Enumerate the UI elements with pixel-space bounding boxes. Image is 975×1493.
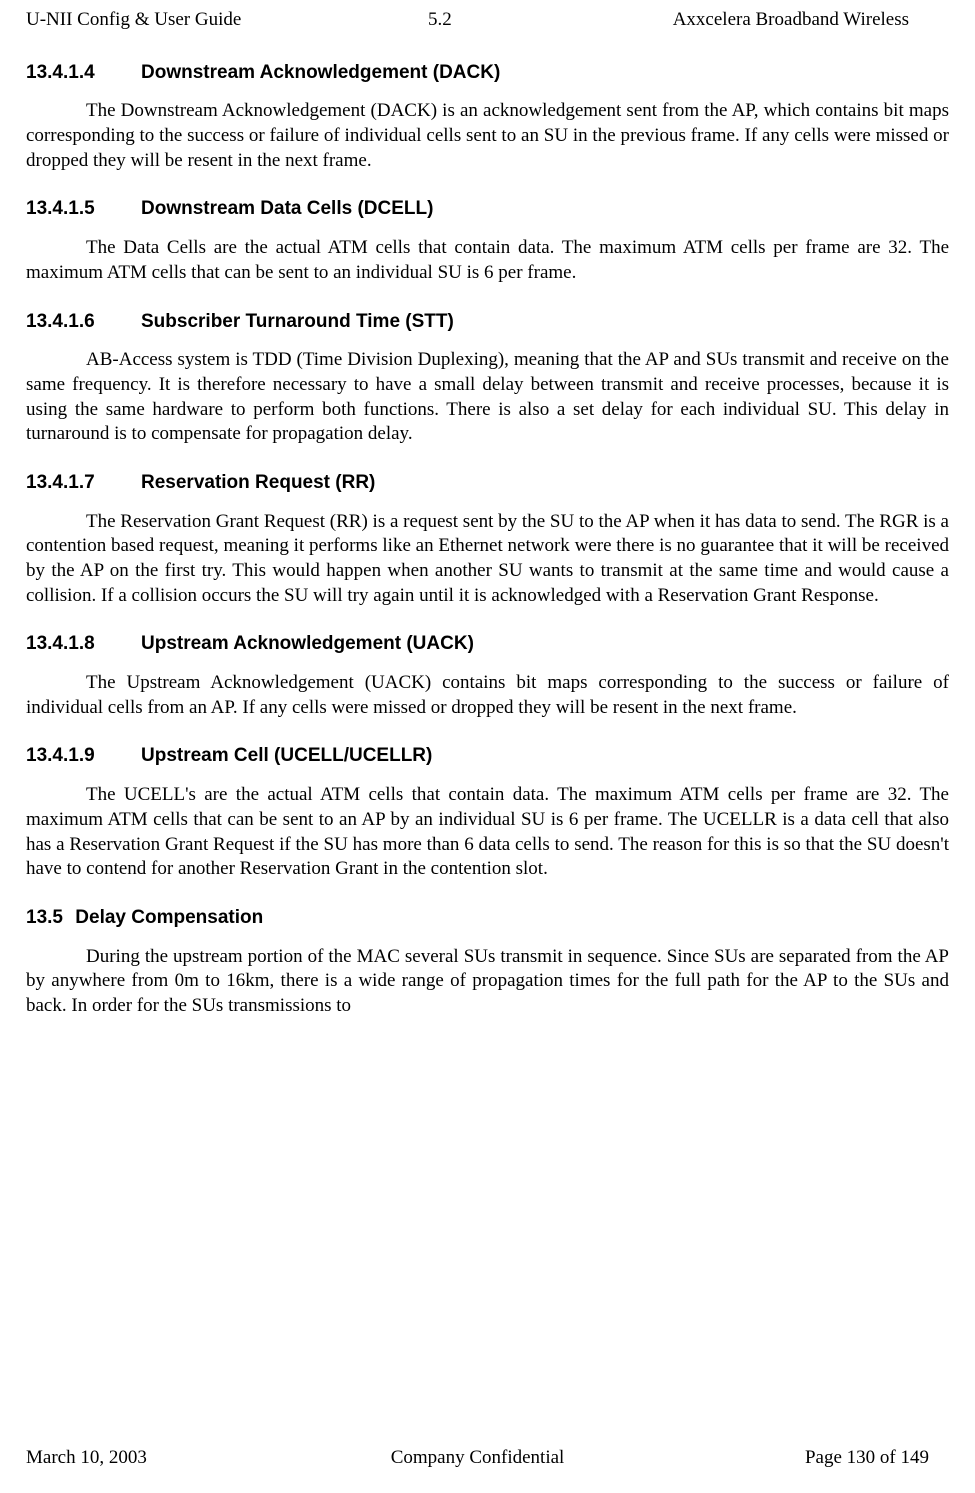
footer-page-number: Page 130 of 149 [628,1446,949,1471]
section-title: Upstream Acknowledgement (UACK) [141,633,474,654]
section-heading-dcell: 13.4.1.5Downstream Data Cells (DCELL) [26,197,949,222]
section-heading-ucell: 13.4.1.9Upstream Cell (UCELL/UCELLR) [26,744,949,769]
section-body-rr: The Reservation Grant Request (RR) is a … [26,510,949,609]
section-number: 13.4.1.4 [26,61,141,86]
section-number: 13.4.1.8 [26,632,141,657]
section-body-stt: AB-Access system is TDD (Time Division D… [26,348,949,447]
section-number: 13.4.1.5 [26,197,141,222]
section-title: Delay Compensation [75,907,263,928]
section-number: 13.4.1.6 [26,310,141,335]
header-version: 5.2 [302,8,578,33]
section-body-delay-comp: During the upstream portion of the MAC s… [26,945,949,1019]
header-company: Axxcelera Broadband Wireless [578,8,949,33]
section-heading-uack: 13.4.1.8Upstream Acknowledgement (UACK) [26,632,949,657]
section-title: Subscriber Turnaround Time (STT) [141,311,454,332]
section-heading-dack: 13.4.1.4Downstream Acknowledgement (DACK… [26,61,949,86]
footer-date: March 10, 2003 [26,1446,327,1471]
section-body-dack: The Downstream Acknowledgement (DACK) is… [26,99,949,173]
section-body-ucell: The UCELL's are the actual ATM cells tha… [26,783,949,882]
section-heading-delay-comp: 13.5 Delay Compensation [26,906,949,931]
header-doc-title: U-NII Config & User Guide [26,8,302,33]
section-title: Downstream Acknowledgement (DACK) [141,62,500,83]
section-title: Upstream Cell (UCELL/UCELLR) [141,745,432,766]
page-header: U-NII Config & User Guide 5.2 Axxcelera … [26,8,949,33]
section-number: 13.5 [26,906,70,931]
section-body-dcell: The Data Cells are the actual ATM cells … [26,236,949,285]
section-title: Reservation Request (RR) [141,472,375,493]
section-title: Downstream Data Cells (DCELL) [141,198,433,219]
footer-confidential: Company Confidential [327,1446,628,1471]
section-number: 13.4.1.7 [26,471,141,496]
section-number: 13.4.1.9 [26,744,141,769]
page-footer: March 10, 2003 Company Confidential Page… [26,1446,949,1471]
section-body-uack: The Upstream Acknowledgement (UACK) cont… [26,671,949,720]
section-heading-rr: 13.4.1.7Reservation Request (RR) [26,471,949,496]
section-heading-stt: 13.4.1.6Subscriber Turnaround Time (STT) [26,310,949,335]
